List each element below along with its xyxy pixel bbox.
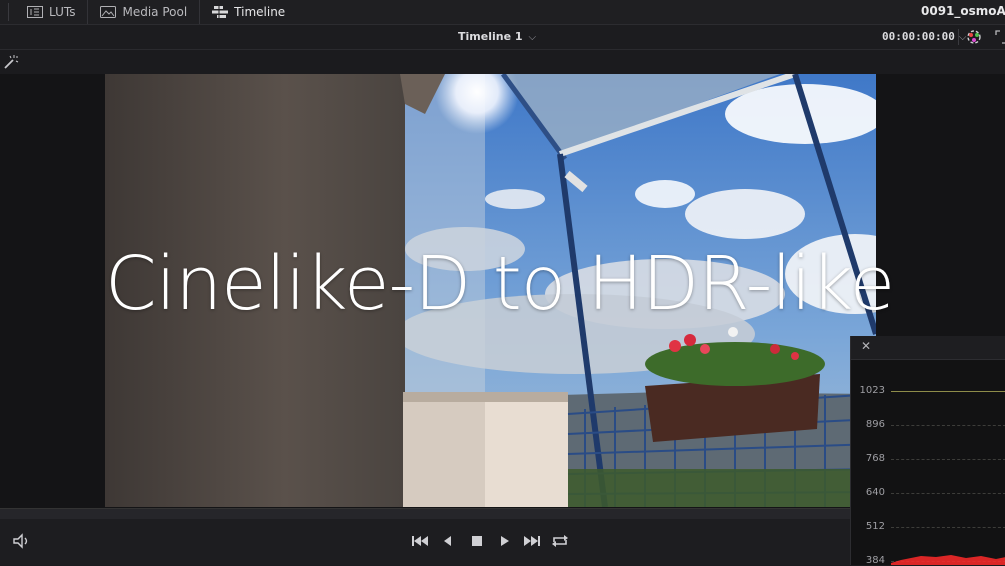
- tab-media-pool[interactable]: Media Pool: [88, 0, 201, 24]
- step-back-icon[interactable]: [438, 533, 458, 549]
- tab-media-pool-label: Media Pool: [122, 5, 188, 19]
- scrub-bar[interactable]: [0, 508, 850, 519]
- viewer-toolbar: [0, 50, 1005, 73]
- tab-luts[interactable]: LUTs: [0, 0, 89, 24]
- timecode-value: 00:00:00:00: [882, 30, 955, 43]
- waveform-scope-panel: ✕ 1023 896 768 640 512 384: [850, 336, 1005, 566]
- chevron-down-icon: ⌵: [528, 32, 537, 43]
- close-icon[interactable]: ✕: [861, 339, 871, 353]
- scope-trace: [891, 555, 1005, 565]
- viewer-header: Timeline 1 ⌵ 00:00:00:00 ⌵: [0, 25, 1005, 50]
- volume-icon[interactable]: [12, 533, 32, 549]
- timeline-icon: [212, 6, 229, 18]
- skip-to-end-icon[interactable]: [522, 533, 542, 549]
- color-wheel-icon[interactable]: [966, 29, 982, 45]
- loop-icon[interactable]: [550, 533, 570, 549]
- scope-grid-line: [891, 425, 1005, 426]
- expand-icon[interactable]: [995, 30, 1005, 44]
- scope-label: 384: [865, 555, 885, 566]
- tab-separator: [8, 3, 9, 21]
- scope-graph: 1023 896 768 640 512 384: [851, 360, 1005, 566]
- tab-luts-label: LUTs: [49, 5, 76, 19]
- scope-grid-line: [891, 493, 1005, 494]
- tab-timeline-label: Timeline: [234, 5, 286, 19]
- scope-label: 640: [865, 487, 885, 498]
- page-tab-bar: LUTs Media Pool Timeline 0091_osmoAc: [0, 0, 1005, 25]
- scope-header: ✕: [851, 336, 1005, 360]
- skip-to-start-icon[interactable]: [410, 533, 430, 549]
- scope-label: 768: [865, 453, 885, 464]
- timeline-name-label: Timeline 1: [458, 30, 523, 43]
- transport-controls: [0, 519, 850, 565]
- luts-icon: [27, 6, 43, 18]
- media-pool-icon: [100, 6, 117, 18]
- timecode-selector[interactable]: 00:00:00:00 ⌵: [882, 25, 966, 49]
- divider: [958, 29, 959, 45]
- scope-label: 1023: [859, 385, 885, 396]
- scope-guide-line: [891, 391, 1005, 392]
- video-title-overlay: Cinelike-D to HDR-like: [105, 241, 895, 327]
- scope-label: 896: [865, 419, 885, 430]
- scope-label: 512: [865, 521, 885, 532]
- timeline-selector[interactable]: Timeline 1 ⌵: [458, 25, 536, 49]
- clip-filename: 0091_osmoAc: [921, 4, 1005, 18]
- scope-grid-line: [891, 527, 1005, 528]
- play-icon[interactable]: [494, 533, 514, 549]
- magic-wand-icon[interactable]: [3, 54, 19, 70]
- scope-grid-line: [891, 459, 1005, 460]
- stop-icon[interactable]: [466, 533, 486, 549]
- tab-timeline[interactable]: Timeline: [200, 0, 297, 24]
